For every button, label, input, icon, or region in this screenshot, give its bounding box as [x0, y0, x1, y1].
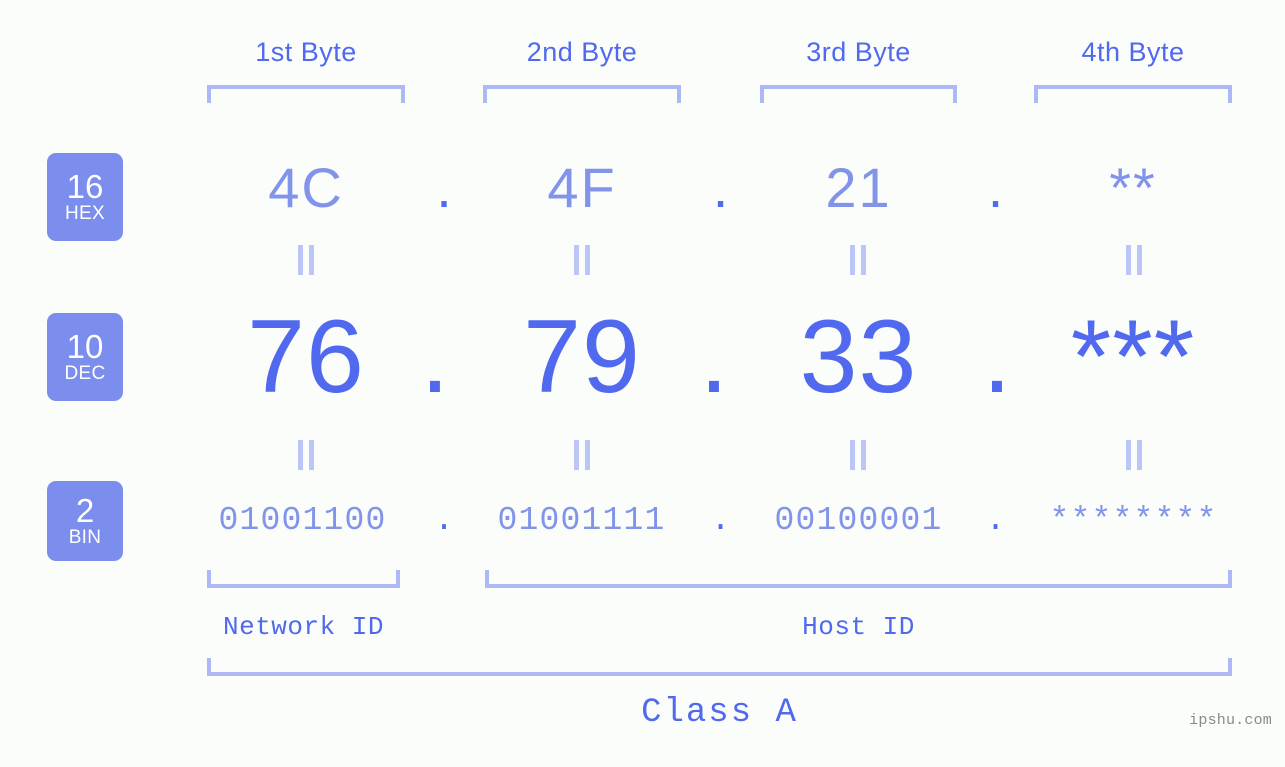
host-id-bracket: [485, 570, 1232, 588]
byte-header-4: 4th Byte: [1081, 37, 1185, 67]
network-id-label: Network ID: [222, 612, 385, 642]
bin-value-3: 00100001: [774, 502, 943, 539]
dec-value-1: 76: [247, 299, 365, 415]
equality-marker-dec-bin-3: [845, 440, 871, 470]
equality-marker-hex-dec-4: [1121, 245, 1147, 275]
bin-separator-1: .: [434, 502, 454, 539]
hex-separator-2: .: [712, 156, 729, 219]
site-watermark: ipshu.com: [1189, 712, 1272, 729]
hex-value-2: 4F: [547, 156, 617, 219]
base-badge-dec-name: DEC: [64, 362, 106, 384]
equality-marker-dec-bin-4: [1121, 440, 1147, 470]
class-label: Class A: [641, 694, 798, 732]
class-bracket: [207, 658, 1232, 676]
network-id-bracket: [207, 570, 400, 588]
base-badge-dec-number: 10: [66, 327, 104, 365]
hex-separator-3: .: [987, 156, 1004, 219]
bin-value-2: 01001111: [497, 502, 666, 539]
equality-marker-hex-dec-1: [293, 245, 319, 275]
dec-separator-2: .: [699, 299, 729, 415]
base-badge-bin: 2 BIN: [47, 481, 123, 561]
hex-separator-1: .: [436, 156, 452, 219]
base-badge-dec: 10 DEC: [47, 313, 123, 401]
equality-marker-dec-bin-1: [293, 440, 319, 470]
host-id-label: Host ID: [802, 612, 915, 642]
dec-value-2: 79: [523, 299, 641, 415]
byte-header-1: 1st Byte: [255, 37, 357, 67]
bin-separator-2: .: [710, 502, 731, 539]
byte-bracket-2: [483, 85, 681, 103]
bin-value-1: 01001100: [218, 502, 387, 539]
bin-value-4: ********: [1049, 502, 1218, 539]
hex-value-4: **: [1109, 156, 1157, 219]
byte-bracket-3: [760, 85, 957, 103]
byte-header-3: 3rd Byte: [806, 37, 911, 67]
bin-separator-3: .: [985, 502, 1006, 539]
base-badge-hex-name: HEX: [65, 202, 105, 224]
byte-bracket-4: [1034, 85, 1232, 103]
hex-value-3: 21: [825, 156, 892, 219]
dec-value-3: 33: [799, 299, 918, 415]
ip-byte-breakdown-diagram: 1st Byte 2nd Byte 3rd Byte 4th Byte 16 H…: [0, 0, 1285, 767]
dec-separator-3: .: [982, 299, 1012, 415]
base-badge-bin-number: 2: [75, 491, 95, 529]
dec-separator-1: .: [420, 299, 450, 415]
hex-value-1: 4C: [268, 156, 344, 219]
byte-header-2: 2nd Byte: [526, 37, 638, 67]
equality-marker-hex-dec-2: [569, 245, 595, 275]
equality-marker-dec-bin-2: [569, 440, 595, 470]
equality-marker-hex-dec-3: [845, 245, 871, 275]
base-badge-bin-name: BIN: [68, 526, 102, 548]
base-badge-hex: 16 HEX: [47, 153, 123, 241]
byte-bracket-1: [207, 85, 405, 103]
dec-value-4: ***: [1070, 299, 1196, 415]
base-badge-hex-number: 16: [66, 167, 104, 205]
